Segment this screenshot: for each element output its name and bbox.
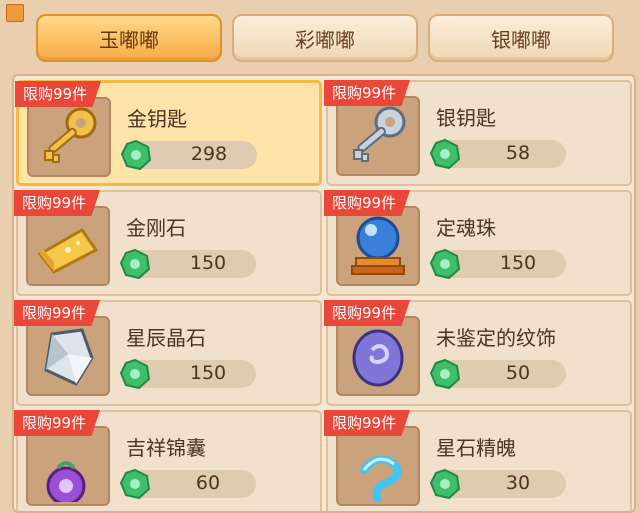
item-price: 150 bbox=[429, 248, 566, 280]
limit-badge: 限购99件 bbox=[324, 80, 411, 106]
limit-badge: 限购99件 bbox=[14, 410, 101, 436]
price-value: 298 bbox=[190, 143, 228, 165]
limit-badge: 限购99件 bbox=[324, 190, 411, 216]
price-value: 30 bbox=[505, 472, 531, 494]
price-value: 150 bbox=[189, 252, 227, 274]
item-name: 银钥匙 bbox=[436, 106, 496, 130]
star-soul-icon bbox=[360, 455, 402, 502]
item-card-gold-key[interactable]: 限购99件 金钥匙 298 bbox=[15, 80, 322, 186]
item-price: 298 bbox=[120, 139, 257, 171]
price-value: 60 bbox=[195, 472, 221, 494]
price-value: 50 bbox=[505, 362, 531, 384]
limit-badge: 限购99件 bbox=[324, 410, 411, 436]
diamond-stone-icon bbox=[37, 228, 99, 274]
item-icon-frame bbox=[27, 97, 111, 177]
price-value: 150 bbox=[189, 362, 227, 384]
green-jade-coin-icon bbox=[429, 248, 461, 280]
item-price: 50 bbox=[429, 358, 566, 390]
limit-badge: 限购99件 bbox=[14, 190, 101, 216]
item-price: 30 bbox=[429, 468, 566, 500]
item-price: 150 bbox=[119, 248, 256, 280]
gold-key-icon bbox=[44, 107, 97, 163]
item-name: 星石精魄 bbox=[436, 436, 516, 460]
item-card-star-soul[interactable]: 限购99件 星石精魄 30 bbox=[324, 410, 632, 511]
item-list-panel: 限购99件 金钥匙 298 限购99件 银钥匙 58 限购99件 金刚石 150… bbox=[12, 74, 636, 513]
item-price: 58 bbox=[429, 138, 566, 170]
item-card-unidentified-emblem[interactable]: 限购99件 未鉴定的纹饰 50 bbox=[324, 300, 632, 406]
item-name: 吉祥锦囊 bbox=[126, 436, 206, 460]
item-card-star-crystal[interactable]: 限购99件 星辰晶石 150 bbox=[14, 300, 322, 406]
tab-yin-dudu[interactable]: 银嘟嘟 bbox=[428, 14, 614, 62]
green-jade-coin-icon bbox=[429, 468, 461, 500]
item-name: 星辰晶石 bbox=[126, 326, 206, 350]
corner-menu-button[interactable] bbox=[6, 4, 24, 22]
limit-badge: 限购99件 bbox=[324, 300, 411, 326]
item-icon-frame bbox=[336, 206, 420, 286]
item-name: 金钥匙 bbox=[127, 107, 187, 131]
crystal-orb-icon bbox=[351, 216, 405, 275]
item-icon-frame bbox=[336, 316, 420, 396]
item-grid: 限购99件 金钥匙 298 限购99件 银钥匙 58 限购99件 金刚石 150… bbox=[14, 80, 632, 511]
item-name: 定魂珠 bbox=[436, 216, 496, 240]
item-name: 金刚石 bbox=[126, 216, 186, 240]
limit-badge: 限购99件 bbox=[15, 81, 102, 107]
item-card-crystal-orb[interactable]: 限购99件 定魂珠 150 bbox=[324, 190, 632, 296]
green-jade-coin-icon bbox=[119, 358, 151, 390]
green-jade-coin-icon bbox=[429, 138, 461, 170]
item-icon-frame bbox=[26, 206, 110, 286]
shop-tabs: 玉嘟嘟 彩嘟嘟 银嘟嘟 bbox=[36, 14, 614, 62]
price-value: 150 bbox=[499, 252, 537, 274]
lucky-pouch-icon bbox=[46, 461, 86, 502]
green-jade-coin-icon bbox=[429, 358, 461, 390]
item-icon-frame bbox=[26, 316, 110, 396]
item-card-silver-key[interactable]: 限购99件 银钥匙 58 bbox=[324, 80, 632, 186]
green-jade-coin-icon bbox=[119, 468, 151, 500]
price-value: 58 bbox=[505, 142, 531, 164]
item-icon-frame bbox=[26, 426, 110, 506]
item-name: 未鉴定的纹饰 bbox=[436, 326, 556, 350]
tab-yu-dudu[interactable]: 玉嘟嘟 bbox=[36, 14, 222, 62]
unidentified-emblem-icon bbox=[352, 329, 404, 387]
item-price: 60 bbox=[119, 468, 256, 500]
item-card-lucky-pouch[interactable]: 限购99件 吉祥锦囊 60 bbox=[14, 410, 322, 511]
silver-key-icon bbox=[353, 106, 406, 162]
tab-cai-dudu[interactable]: 彩嘟嘟 bbox=[232, 14, 418, 62]
item-card-diamond-stone[interactable]: 限购99件 金刚石 150 bbox=[14, 190, 322, 296]
item-icon-frame bbox=[336, 426, 420, 506]
green-jade-coin-icon bbox=[120, 139, 152, 171]
green-jade-coin-icon bbox=[119, 248, 151, 280]
item-price: 150 bbox=[119, 358, 256, 390]
star-crystal-icon bbox=[44, 328, 94, 386]
limit-badge: 限购99件 bbox=[14, 300, 101, 326]
item-icon-frame bbox=[336, 96, 420, 176]
